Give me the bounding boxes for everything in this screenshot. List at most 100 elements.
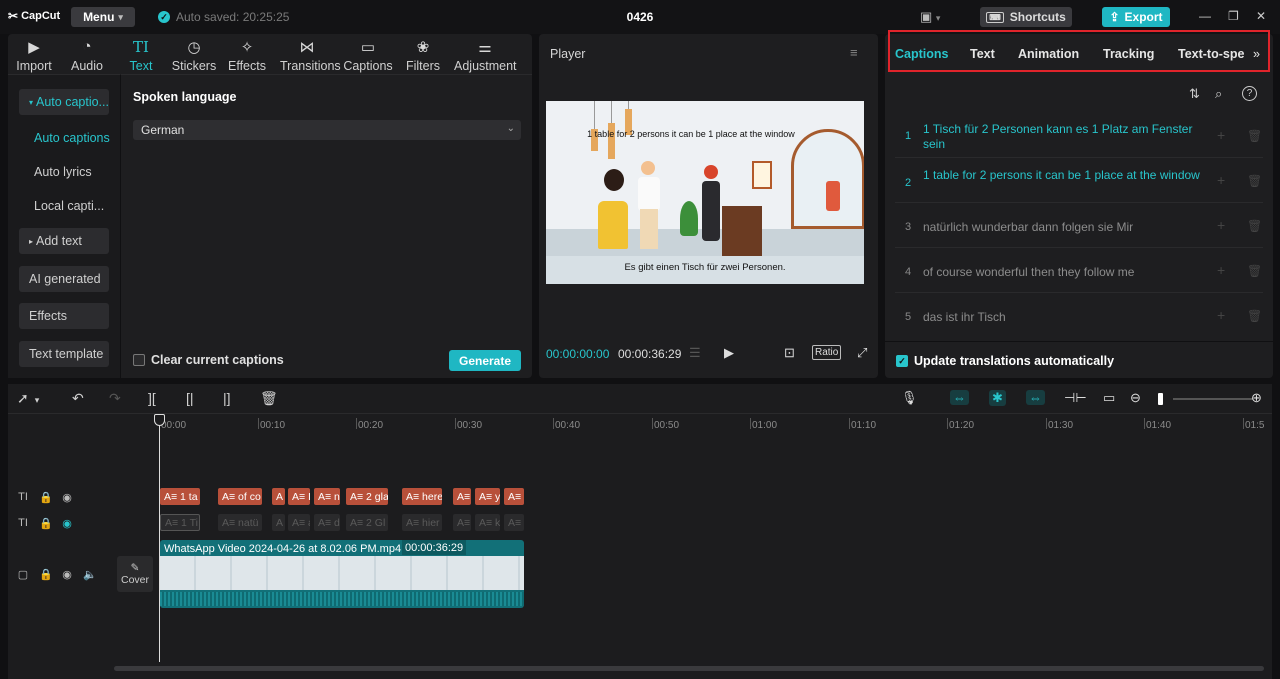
eye-off-icon[interactable]: ◉ <box>61 517 73 530</box>
redo-icon[interactable]: ↷ <box>109 390 121 407</box>
zoom-slider[interactable] <box>1173 398 1253 400</box>
eye-icon[interactable]: ◉ <box>61 491 73 504</box>
zoom-fit-icon[interactable]: ⊡ <box>784 345 795 361</box>
plus-icon[interactable]: + <box>1217 307 1225 323</box>
clear-captions-checkbox[interactable]: Clear current captions <box>133 353 284 367</box>
timeline-view-icon[interactable]: ☰ <box>689 345 701 361</box>
trash-icon[interactable]: 🗑 <box>1247 219 1262 233</box>
fit-timeline-icon[interactable]: ▭ <box>1103 390 1115 406</box>
update-translations-checkbox[interactable]: ✓ Update translations automatically <box>896 354 1114 368</box>
lock-icon[interactable]: 🔒 <box>39 517 53 530</box>
help-icon[interactable]: ? <box>1242 86 1257 101</box>
caption-row[interactable]: 3 natürlich wunderbar dann folgen sie Mi… <box>895 204 1263 248</box>
caption-row[interactable]: 4 of course wonderful then they follow m… <box>895 249 1263 293</box>
sort-icon[interactable]: ⇅ <box>1189 86 1200 102</box>
sidebar-item-auto-lyrics[interactable]: Auto lyrics <box>34 165 92 179</box>
plus-icon[interactable]: + <box>1217 262 1225 278</box>
lock-icon[interactable]: 🔒 <box>39 491 53 504</box>
speaker-icon[interactable]: 🔈 <box>83 568 97 581</box>
caption-clip[interactable]: A≡ d <box>314 514 340 531</box>
shortcuts-button[interactable]: ⌨ Shortcuts <box>980 7 1072 27</box>
select-tool-icon[interactable]: ➚ ▾ <box>17 390 39 407</box>
microphone-icon[interactable]: 🎙 <box>901 390 918 406</box>
play-icon[interactable]: ▶ <box>724 345 734 361</box>
caption-clip[interactable]: A <box>272 514 285 531</box>
lock-icon[interactable]: 🔒 <box>39 568 53 581</box>
caption-row[interactable]: 1 1 Tisch für 2 Personen kann es 1 Platz… <box>895 114 1263 158</box>
checkbox[interactable] <box>133 354 145 366</box>
caption-text[interactable]: 1 Tisch für 2 Personen kann es 1 Platz a… <box>923 122 1203 152</box>
close-icon[interactable]: ✕ <box>1256 9 1266 23</box>
caption-clip[interactable]: A≡ <box>453 514 471 531</box>
trash-icon[interactable]: 🗑 <box>1247 309 1262 323</box>
caption-clip[interactable]: A≡ n <box>314 488 340 505</box>
caption-clip[interactable]: A≡ 2 gla <box>346 488 388 505</box>
caption-clip[interactable]: A <box>272 488 285 505</box>
caption-clip[interactable]: A≡ a <box>288 514 310 531</box>
caption-clip[interactable]: A≡ 1 ta <box>160 488 200 505</box>
generate-button[interactable]: Generate <box>449 350 521 371</box>
caption-clip[interactable]: A≡ <box>453 488 471 505</box>
caption-clip[interactable]: A≡ k <box>475 514 500 531</box>
minimize-icon[interactable]: — <box>1199 9 1211 23</box>
tab-filters[interactable]: ❀ Filters <box>396 38 450 73</box>
zoom-in-icon[interactable]: ⊕ <box>1251 390 1262 406</box>
caption-row[interactable]: 2 1 table for 2 persons it can be 1 plac… <box>895 159 1263 203</box>
caption-clip[interactable]: A≡ natü <box>218 514 262 531</box>
trash-icon[interactable]: 🗑 <box>1247 264 1262 278</box>
split-left-icon[interactable]: [| <box>186 390 194 406</box>
tab-transitions[interactable]: ⋈ Transitions <box>280 38 341 73</box>
language-select[interactable]: German ⌄ <box>133 120 521 140</box>
caption-text[interactable]: natürlich wunderbar dann folgen sie Mir <box>923 220 1203 235</box>
link-main-track-icon[interactable]: ⇔ <box>950 390 969 405</box>
linkage-icon[interactable]: ⇔ <box>1026 390 1045 405</box>
trash-icon[interactable]: 🗑 <box>1247 174 1262 188</box>
caption-clip[interactable]: A≡ <box>504 514 524 531</box>
caption-clip[interactable]: A≡ of co <box>218 488 262 505</box>
layout-icon[interactable]: ▣ ▾ <box>920 9 940 25</box>
split-icon[interactable]: ][ <box>148 390 156 406</box>
time-ruler[interactable]: 00:00 00:10 00:20 00:30 00:40 00:50 01:0… <box>112 414 1272 434</box>
caption-text[interactable]: of course wonderful then they follow me <box>923 265 1203 280</box>
eye-icon[interactable]: ◉ <box>61 568 73 581</box>
video-clip[interactable]: WhatsApp Video 2024-04-26 at 8.02.06 PM.… <box>160 540 524 608</box>
tab-captions[interactable]: ▭ Captions <box>341 38 395 73</box>
zoom-slider-handle[interactable] <box>1158 393 1163 405</box>
playhead[interactable] <box>159 414 160 662</box>
plus-icon[interactable]: + <box>1217 172 1225 188</box>
caption-clip[interactable]: A≡ 2 Gl <box>346 514 388 531</box>
caption-row[interactable]: 5 das ist ihr Tisch + 🗑 <box>895 294 1263 338</box>
caption-clip[interactable]: A≡ y <box>475 488 500 505</box>
sidebar-item-text-template[interactable]: Text template <box>19 341 109 367</box>
plus-icon[interactable]: + <box>1217 217 1225 233</box>
caption-text[interactable]: 1 table for 2 persons it can be 1 place … <box>923 168 1203 183</box>
menu-button[interactable]: Menu ▾ <box>71 7 135 27</box>
sidebar-item-auto-captions-group[interactable]: ▾ Auto captio... <box>19 89 109 115</box>
restore-icon[interactable]: ❐ <box>1228 9 1239 23</box>
sidebar-item-effects[interactable]: Effects <box>19 303 109 329</box>
caption-clip[interactable]: A≡ hier <box>402 514 442 531</box>
preview-axis-icon[interactable]: ⊣⊢ <box>1064 390 1087 406</box>
delete-icon[interactable]: 🗑 <box>260 390 278 407</box>
tab-audio[interactable]: ◔ Audio <box>60 38 114 73</box>
caption-clip[interactable]: A≡ 1 Ti <box>160 514 200 531</box>
sidebar-item-local-captions[interactable]: Local capti... <box>34 199 104 213</box>
plus-icon[interactable]: + <box>1217 127 1225 143</box>
sidebar-item-ai-generated[interactable]: AI generated <box>19 266 109 292</box>
fullscreen-icon[interactable]: ⤢ <box>857 345 867 361</box>
find-replace-icon[interactable]: ⌕ <box>1215 86 1222 102</box>
caption-text[interactable]: das ist ihr Tisch <box>923 310 1203 325</box>
caption-clip[interactable]: A≡ <box>504 488 524 505</box>
split-right-icon[interactable]: |] <box>223 390 231 406</box>
undo-icon[interactable]: ↶ <box>72 390 84 407</box>
caption-clip[interactable]: A≡ here <box>402 488 442 505</box>
tab-stickers[interactable]: ◷ Stickers <box>167 38 221 73</box>
tab-effects[interactable]: ✧ Effects <box>220 38 274 73</box>
tab-text[interactable]: TI Text <box>114 38 168 73</box>
snap-icon[interactable]: ✱ <box>989 390 1006 406</box>
tab-import[interactable]: ▶ Import <box>7 38 61 73</box>
zoom-out-icon[interactable]: ⊖ <box>1130 390 1141 406</box>
cover-button[interactable]: ✎ Cover <box>117 556 153 592</box>
playhead-handle[interactable] <box>154 414 165 426</box>
ratio-button[interactable]: Ratio <box>812 345 842 360</box>
